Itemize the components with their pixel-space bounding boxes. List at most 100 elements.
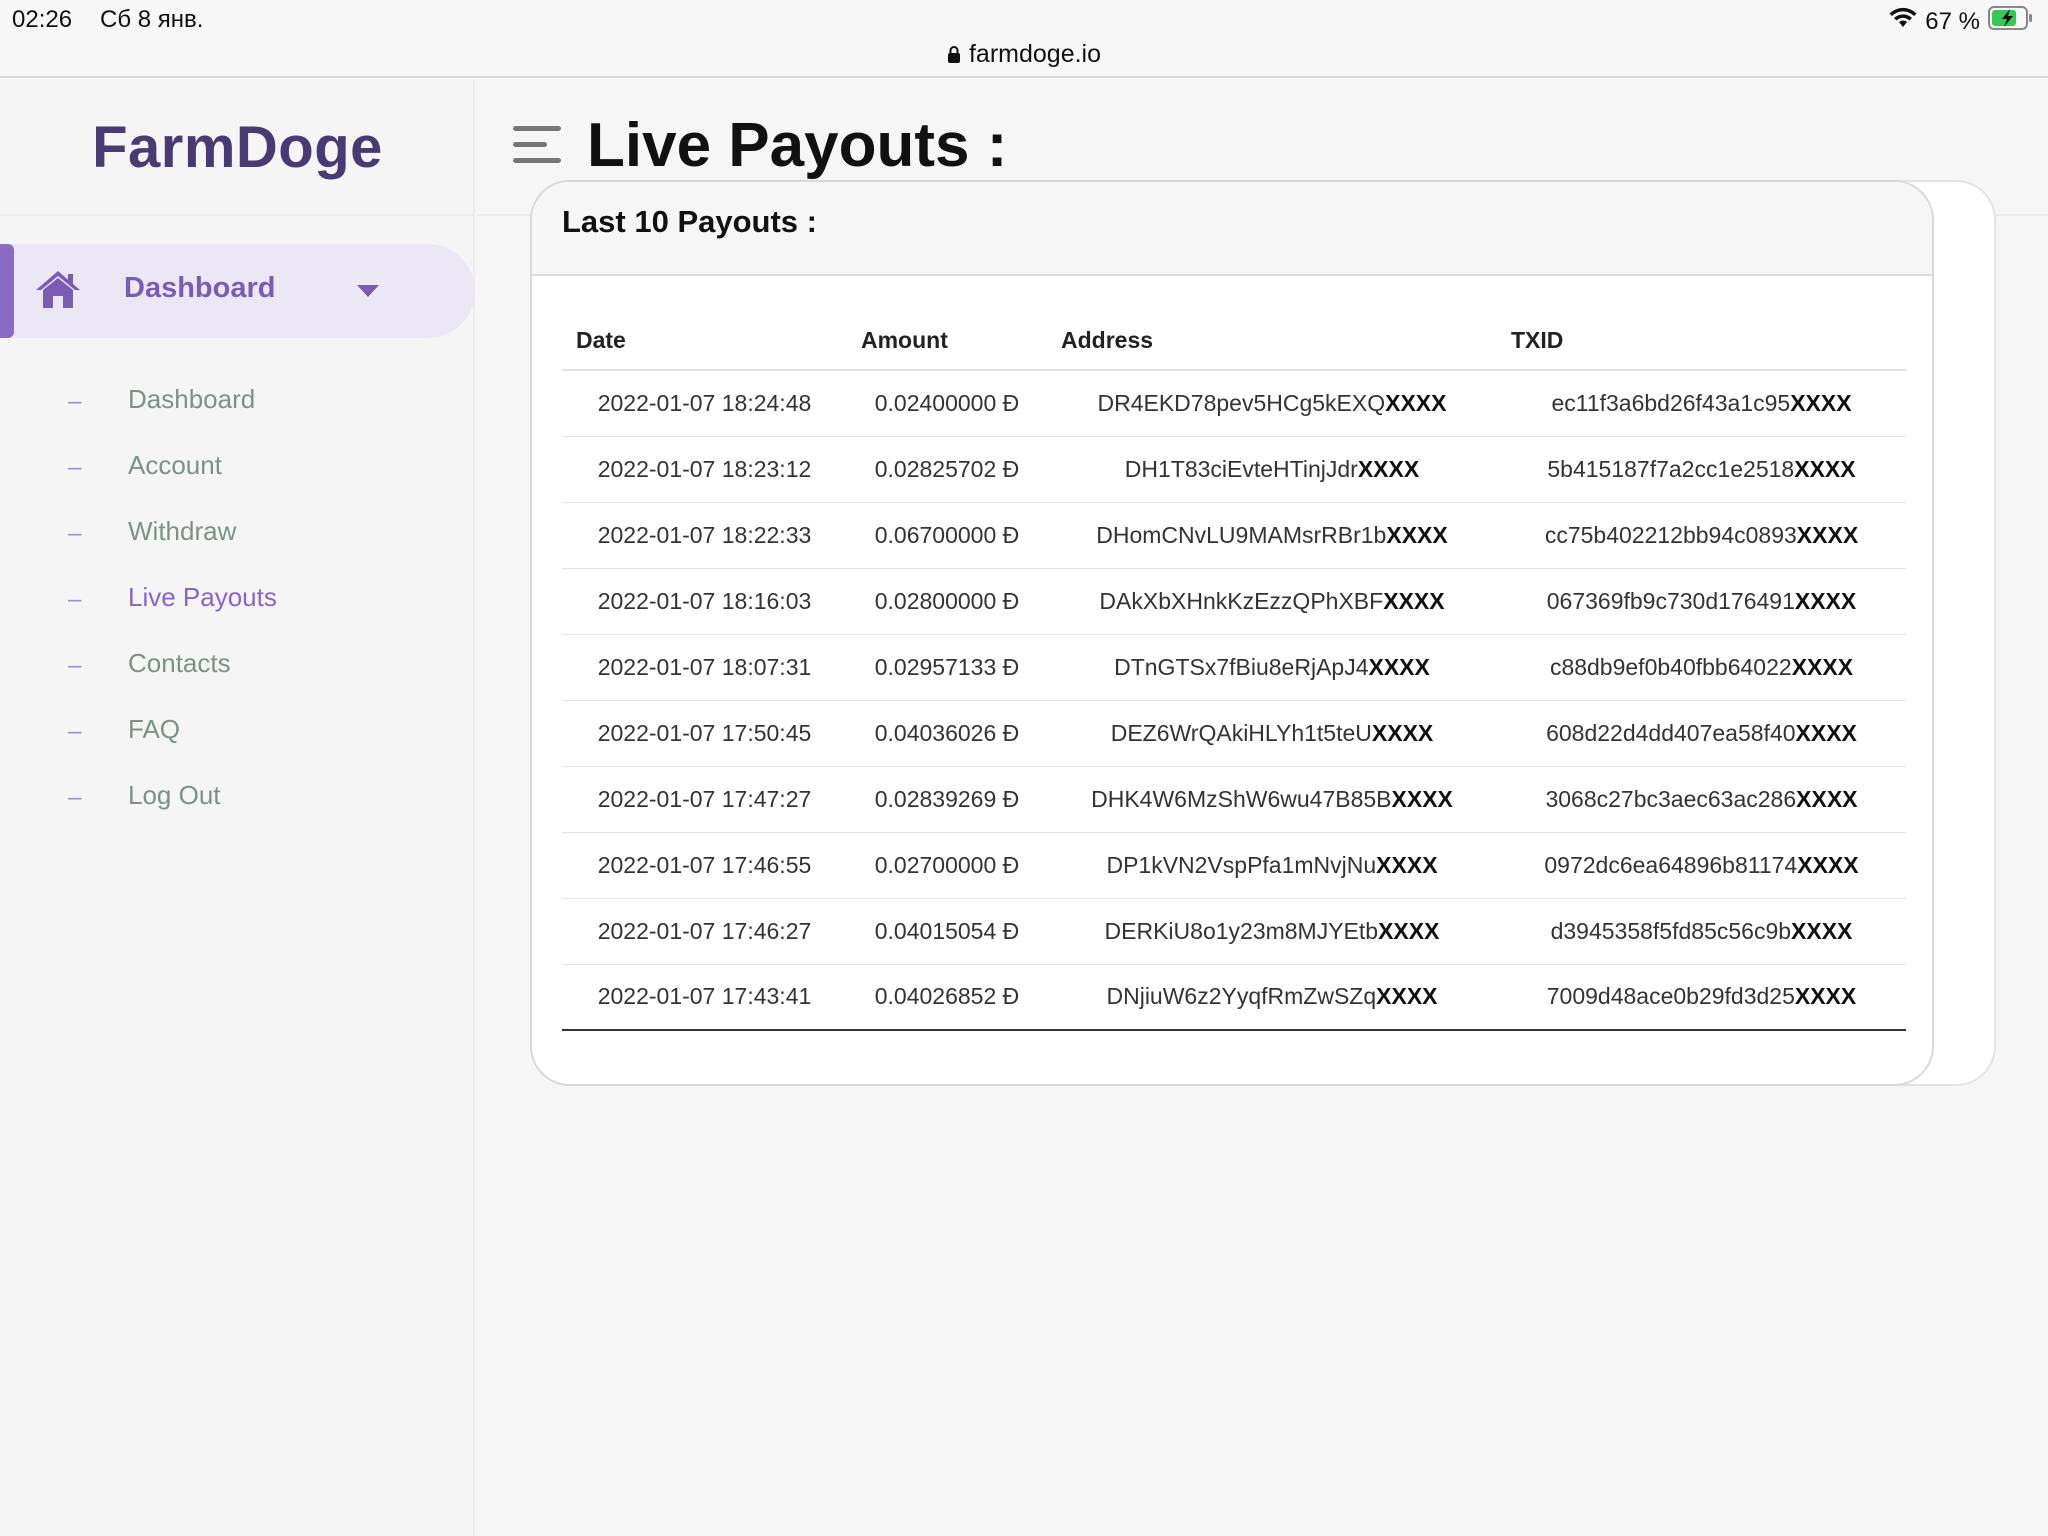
table-row: 2022-01-07 18:23:12 0.02825702 Đ DH1T83c…	[562, 436, 1906, 503]
status-date: Сб 8 янв.	[100, 6, 204, 33]
address-bar[interactable]: farmdoge.io	[0, 40, 2048, 71]
address-mask: XXXX	[1357, 455, 1420, 482]
bullet-dash: –	[68, 586, 82, 613]
sidebar-item-withdraw[interactable]: – Withdraw	[0, 504, 475, 570]
txid-text: d3945358f5fd85c56c9b	[1550, 917, 1792, 944]
txid-text: 608d22d4dd407ea58f40	[1546, 719, 1796, 746]
txid-mask: XXXX	[1794, 983, 1857, 1010]
cell-amount: 0.02825702 Đ	[847, 436, 1047, 503]
cell-txid: 3068c27bc3aec63ac286XXXX	[1497, 766, 1906, 833]
bullet-dash: –	[68, 388, 82, 415]
address-text: DH1T83ciEvteHTinjJdr	[1124, 455, 1358, 482]
address-text: DAkXbXHnkKzEzzQPhXBF	[1099, 587, 1384, 614]
cell-txid: ec11f3a6bd26f43a1c95XXXX	[1497, 370, 1906, 437]
active-indicator	[0, 244, 14, 338]
column-header-date: Date	[562, 312, 847, 371]
txid-text: 067369fb9c730d176491	[1546, 587, 1795, 614]
txid-mask: XXXX	[1791, 917, 1853, 944]
cell-address: DAkXbXHnkKzEzzQPhXBFXXXX	[1047, 568, 1497, 635]
cell-amount: 0.02400000 Đ	[847, 370, 1047, 437]
cell-date: 2022-01-07 17:46:27	[562, 898, 847, 965]
status-time: 02:26	[12, 6, 73, 33]
cell-txid: c88db9ef0b40fbb64022XXXX	[1497, 634, 1906, 701]
sidebar-item-label: FAQ	[128, 714, 181, 744]
cell-amount: 0.06700000 Đ	[847, 502, 1047, 569]
sidebar-item-live-payouts[interactable]: – Live Payouts	[0, 570, 475, 636]
txid-mask: XXXX	[1790, 389, 1852, 416]
address-text: DEZ6WrQAkiHLYh1t5teU	[1110, 719, 1372, 746]
sidebar-item-log-out[interactable]: – Log Out	[0, 768, 475, 834]
lock-icon	[947, 42, 961, 71]
sidebar-item-label: Live Payouts	[128, 582, 277, 612]
cell-amount: 0.02800000 Đ	[847, 568, 1047, 635]
sidebar-item-label: Withdraw	[128, 516, 237, 546]
sidebar-item-dashboard[interactable]: – Dashboard	[0, 372, 475, 438]
bullet-dash: –	[68, 520, 82, 547]
cell-address: DEZ6WrQAkiHLYh1t5teUXXXX	[1047, 700, 1497, 767]
address-mask: XXXX	[1391, 785, 1453, 812]
txid-text: 3068c27bc3aec63ac286	[1545, 785, 1797, 812]
txid-text: ec11f3a6bd26f43a1c95	[1551, 389, 1791, 416]
address-mask: XXXX	[1376, 983, 1438, 1010]
column-header-txid: TXID	[1497, 312, 1906, 371]
column-header-address: Address	[1047, 312, 1497, 371]
cell-amount: 0.02700000 Đ	[847, 832, 1047, 899]
sidebar-item-account[interactable]: – Account	[0, 438, 475, 504]
payouts-table: Date Amount Address TXID 2022-01-07 18:2…	[562, 312, 1906, 1031]
sidebar: FarmDoge Dashboard – Dashboard – Account…	[0, 80, 475, 1536]
address-text: DHK4W6MzShW6wu47B85B	[1091, 785, 1392, 812]
bullet-dash: –	[68, 784, 82, 811]
cell-txid: 608d22d4dd407ea58f40XXXX	[1497, 700, 1906, 767]
cell-txid: 067369fb9c730d176491XXXX	[1497, 568, 1906, 635]
address-mask: XXXX	[1386, 521, 1448, 548]
txid-text: 7009d48ace0b29fd3d25	[1546, 983, 1795, 1010]
table-row: 2022-01-07 17:50:45 0.04036026 Đ DEZ6WrQ…	[562, 700, 1906, 767]
battery-percent: 67 %	[1925, 7, 1980, 35]
address-mask: XXXX	[1371, 719, 1434, 746]
txid-mask: XXXX	[1796, 785, 1858, 812]
bullet-dash: –	[68, 652, 82, 679]
chevron-down-icon[interactable]	[356, 284, 380, 303]
cell-date: 2022-01-07 18:24:48	[562, 370, 847, 437]
sidebar-item-faq[interactable]: – FAQ	[0, 702, 475, 768]
address-mask: XXXX	[1378, 917, 1440, 944]
address-text: DTnGTSx7fBiu8eRjApJ4	[1114, 653, 1369, 680]
cell-address: DP1kVN2VspPfa1mNvjNuXXXX	[1047, 832, 1497, 899]
sidebar-item-dashboard-group[interactable]: Dashboard	[0, 244, 475, 338]
txid-mask: XXXX	[1791, 653, 1854, 680]
cell-date: 2022-01-07 18:16:03	[562, 568, 847, 635]
brand-logo-text: FarmDoge	[92, 114, 383, 180]
wifi-icon	[1889, 7, 1917, 36]
cell-address: DH1T83ciEvteHTinjJdrXXXX	[1047, 436, 1497, 503]
url-text: farmdoge.io	[968, 40, 1102, 68]
address-mask: XXXX	[1385, 389, 1447, 416]
cell-amount: 0.04026852 Đ	[847, 964, 1047, 1031]
txid-mask: XXXX	[1796, 521, 1859, 548]
cell-date: 2022-01-07 17:43:41	[562, 964, 847, 1031]
sidebar-item-contacts[interactable]: – Contacts	[0, 636, 475, 702]
sidebar-item-label: Account	[128, 450, 222, 480]
cell-address: DHK4W6MzShW6wu47B85BXXXX	[1047, 766, 1497, 833]
column-header-amount: Amount	[847, 312, 1047, 371]
address-text: DNjiuW6z2YyqfRmZwSZq	[1106, 983, 1377, 1010]
address-text: DR4EKD78pev5HCg5kEXQ	[1097, 389, 1386, 416]
table-row: 2022-01-07 17:47:27 0.02839269 Đ DHK4W6M…	[562, 766, 1906, 833]
cell-address: DERKiU8o1y23m8MJYEtbXXXX	[1047, 898, 1497, 965]
txid-text: 0972dc6ea64896b81174	[1544, 851, 1798, 878]
cell-date: 2022-01-07 18:07:31	[562, 634, 847, 701]
address-mask: XXXX	[1368, 653, 1430, 680]
card-title: Last 10 Payouts :	[562, 204, 817, 239]
hamburger-menu-icon[interactable]	[513, 126, 561, 169]
cell-amount: 0.04036026 Đ	[847, 700, 1047, 767]
brand[interactable]: FarmDoge	[0, 80, 475, 216]
status-indicators: 67 %	[1889, 6, 2034, 37]
battery-icon	[1988, 6, 2034, 37]
address-text: DHomCNvLU9MAMsrRBr1b	[1096, 521, 1387, 548]
sidebar-item-label: Dashboard	[124, 272, 276, 304]
home-icon	[34, 268, 82, 315]
table-row: 2022-01-07 17:43:41 0.04026852 Đ DNjiuW6…	[562, 964, 1906, 1031]
cell-address: DR4EKD78pev5HCg5kEXQXXXX	[1047, 370, 1497, 437]
sidebar-item-label: Log Out	[128, 780, 221, 810]
cell-date: 2022-01-07 18:22:33	[562, 502, 847, 569]
cell-amount: 0.04015054 Đ	[847, 898, 1047, 965]
